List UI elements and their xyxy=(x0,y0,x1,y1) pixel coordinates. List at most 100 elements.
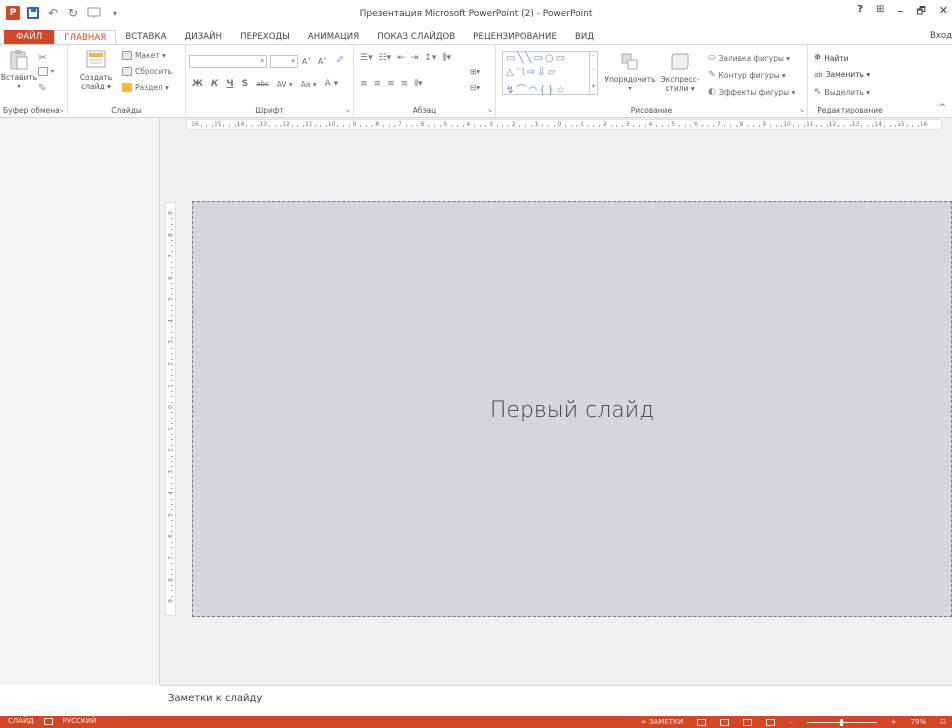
character-spacing-button[interactable]: AV ▾ xyxy=(277,80,293,89)
arrange-button[interactable]: Упорядочить ▾ xyxy=(604,51,656,93)
find-button[interactable]: ⛯ Найти xyxy=(814,53,849,63)
clear-formatting-icon[interactable]: ✐ xyxy=(336,55,344,66)
ruler-tick-mark xyxy=(838,125,840,127)
ruler-tick-label: 2 xyxy=(602,121,607,128)
decrease-indent-icon[interactable]: ⇤ xyxy=(397,53,405,63)
tab-animations[interactable]: АНИМАЦИЯ xyxy=(299,30,368,44)
select-button[interactable]: ⇖ Выделить ▾ xyxy=(814,87,870,97)
tab-design[interactable]: ДИЗАЙН xyxy=(176,30,232,44)
grow-font-icon[interactable]: A˄ xyxy=(302,57,311,66)
shrink-font-icon[interactable]: A˅ xyxy=(318,57,327,66)
reading-view-icon[interactable] xyxy=(743,718,753,726)
new-slide-button[interactable]: Создать слайд ▾ xyxy=(80,49,112,91)
ruler-tick-mark xyxy=(752,125,754,127)
notes-toggle-button[interactable]: ≐ ЗАМЕТКИ xyxy=(641,718,683,726)
tab-home[interactable]: ГЛАВНАЯ xyxy=(54,30,117,44)
normal-view-icon[interactable] xyxy=(697,718,707,726)
layout-button[interactable]: Макет ▾ xyxy=(122,51,166,60)
zoom-slider[interactable] xyxy=(806,718,877,726)
ruler-tick-mark xyxy=(171,347,173,349)
replace-button[interactable]: ab Заменить ▾ xyxy=(814,70,870,79)
pencil-icon: ✎ xyxy=(708,70,716,80)
zoom-level[interactable]: 79% xyxy=(911,718,927,726)
format-painter-button[interactable]: ✎ xyxy=(38,83,46,94)
slide-title[interactable]: Первый слайд xyxy=(193,398,951,423)
tab-slideshow[interactable]: ПОКАЗ СЛАЙДОВ xyxy=(368,30,464,44)
clipboard-launcher-icon[interactable]: ↘ xyxy=(59,107,64,114)
tab-review[interactable]: РЕЦЕНЗИРОВАНИЕ xyxy=(464,30,566,44)
line-spacing-icon[interactable]: ↕▾ xyxy=(424,53,436,63)
status-left: СЛАЙД РУССКИЙ xyxy=(8,717,96,725)
change-case-button[interactable]: Aa ▾ xyxy=(301,80,317,89)
ruler-tick-mark xyxy=(917,125,919,127)
quick-styles-label-1: Экспресс- xyxy=(660,75,700,84)
slideshow-view-icon[interactable] xyxy=(766,718,776,726)
bullets-icon[interactable]: ☰▾ xyxy=(360,53,373,63)
font-size-combo[interactable] xyxy=(270,55,298,68)
horizontal-ruler[interactable]: 16 15 14 13 12 11 10 9 8 7 6 5 4 3 2 1 0 1 2 3 4 5 6 7 8 9 10 11 12 1… xyxy=(186,119,942,130)
group-font: A˄ A˅ ✐ Ж К Ч S abc AV ▾ Aa ▾ A ▾ Шрифт … xyxy=(186,45,354,117)
align-left-icon[interactable]: ≡ xyxy=(360,79,368,89)
tab-file[interactable]: ФАЙЛ xyxy=(4,30,55,44)
copy-button[interactable]: ▾ xyxy=(38,67,54,76)
drawing-launcher-icon[interactable]: ↘ xyxy=(799,107,804,114)
close-icon[interactable]: ✕ xyxy=(939,4,948,21)
maximize-icon[interactable]: 🗗 xyxy=(916,4,925,21)
shapes-gallery[interactable]: ▭╲╲▭○▭ △˥˥⇨⇩▱ ↯⌒◠{}☆ ˄ ˅ ▾ xyxy=(502,51,598,96)
spellcheck-icon[interactable] xyxy=(43,717,53,725)
ruler-tick-mark xyxy=(434,125,436,127)
strikethrough-button[interactable]: abc xyxy=(256,80,269,88)
ruler-tick-label: 9 xyxy=(167,211,175,215)
shadow-button[interactable]: S xyxy=(242,79,248,89)
slide-sorter-icon[interactable] xyxy=(720,718,730,726)
ruler-tick-mark xyxy=(656,125,658,127)
justify-icon[interactable]: ≡ xyxy=(401,79,409,89)
paste-button[interactable]: Вставить ▾ xyxy=(1,49,37,91)
zoom-out-icon[interactable]: – xyxy=(789,718,793,726)
ruler-tick-label: 2 xyxy=(167,362,175,366)
tab-transitions[interactable]: ПЕРЕХОДЫ xyxy=(231,30,299,44)
slide-thumbnails-pane[interactable] xyxy=(0,118,160,685)
ruler-tick-mark xyxy=(171,304,173,306)
increase-indent-icon[interactable]: ⇥ xyxy=(411,53,419,63)
sign-in-link[interactable]: Вход xyxy=(930,31,952,41)
bold-button[interactable]: Ж xyxy=(192,79,203,89)
tab-view[interactable]: ВИД xyxy=(566,30,603,44)
tab-insert[interactable]: ВСТАВКА xyxy=(116,30,175,44)
text-direction-icon[interactable]: ⫼▾ xyxy=(442,53,451,63)
fit-slide-icon[interactable]: ⊡ xyxy=(940,718,946,726)
quick-styles-button[interactable]: Экспресс- стили ▾ xyxy=(656,51,704,93)
section-button[interactable]: Раздел ▾ xyxy=(122,83,169,92)
align-right-icon[interactable]: ≡ xyxy=(387,79,395,89)
align-text-icon[interactable]: ⊞▾ xyxy=(470,67,480,76)
language-indicator[interactable]: РУССКИЙ xyxy=(63,717,97,725)
underline-button[interactable]: Ч xyxy=(226,79,233,89)
columns-icon[interactable]: ⫴▾ xyxy=(414,79,422,89)
paragraph-launcher-icon[interactable]: ↘ xyxy=(487,107,492,114)
ribbon-display-options-icon[interactable]: ⊞ xyxy=(876,4,884,21)
italic-button[interactable]: К xyxy=(211,79,218,89)
collapse-ribbon-icon[interactable]: ^ xyxy=(938,103,946,113)
cut-button[interactable]: ✂ xyxy=(38,51,47,64)
reset-button[interactable]: Сбросить xyxy=(122,67,172,76)
slide-canvas[interactable]: Первый слайд xyxy=(192,201,952,617)
font-launcher-icon[interactable]: ↘ xyxy=(345,107,350,114)
smartart-icon[interactable]: ⊟▾ xyxy=(470,83,480,92)
notes-pane[interactable]: Заметки к слайду xyxy=(160,685,952,716)
ruler-tick-mark xyxy=(804,125,806,127)
shape-effects-button[interactable]: ◐ Эффекты фигуры ▾ xyxy=(708,87,795,97)
zoom-in-icon[interactable]: + xyxy=(891,718,897,726)
zoom-slider-thumb[interactable] xyxy=(839,718,843,726)
ruler-tick-mark xyxy=(747,125,749,127)
shape-fill-button[interactable]: ⛀ Заливка фигуры ▾ xyxy=(708,53,790,63)
gallery-scroll[interactable]: ˄ ˅ ▾ xyxy=(589,52,597,94)
numbering-icon[interactable]: ☷▾ xyxy=(379,53,392,63)
help-icon[interactable]: ? xyxy=(857,4,863,21)
font-color-button[interactable]: A ▾ xyxy=(325,79,339,89)
minimize-icon[interactable]: – xyxy=(897,4,903,21)
align-center-icon[interactable]: ≡ xyxy=(374,79,382,89)
quick-styles-label-2: стили ▾ xyxy=(665,84,695,93)
vertical-ruler[interactable]: 9 8 7 6 5 4 3 2 1 0 1 2 3 4 5 6 7 8 9 xyxy=(165,202,176,616)
font-family-combo[interactable] xyxy=(189,55,267,68)
shape-outline-button[interactable]: ✎ Контур фигуры ▾ xyxy=(708,70,786,80)
